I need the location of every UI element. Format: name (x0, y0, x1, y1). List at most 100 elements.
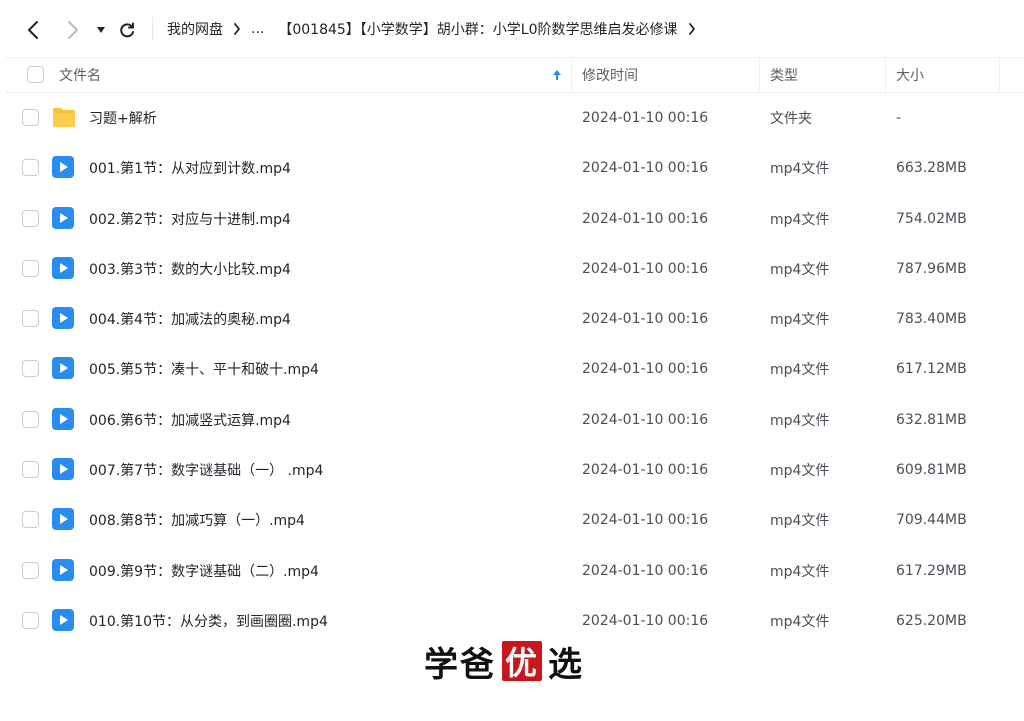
chevron-left-icon (28, 21, 38, 39)
file-row[interactable]: 007.第7节：数字谜基础（一） .mp4 2024-01-10 00:16 mp4… (5, 445, 1024, 495)
file-modified: 2024-01-10 00:16 (582, 462, 709, 479)
header-name[interactable]: 文件名 (59, 58, 101, 92)
file-name: 002.第2节：对应与十进制.mp4 (89, 211, 291, 228)
row-checkbox[interactable] (22, 310, 39, 328)
row-checkbox[interactable] (22, 410, 39, 428)
breadcrumb-root[interactable]: 我的网盘 (167, 19, 223, 39)
file-row[interactable]: 008.第8节：加减巧算（一）.mp4 2024-01-10 00:16 mp4文件… (5, 495, 1024, 545)
column-divider[interactable] (885, 58, 886, 92)
column-divider[interactable] (571, 58, 572, 92)
refresh-icon (120, 22, 134, 38)
file-size: 709.44MB (896, 512, 967, 529)
file-name: 003.第3节：数的大小比较.mp4 (89, 261, 291, 278)
file-list: 习题+解析 2024-01-10 00:16 文件夹 - 001.第1节：从对应到计数.… (5, 93, 1024, 646)
video-file-icon (52, 407, 74, 430)
sort-ascending-icon[interactable] (552, 58, 562, 92)
file-modified: 2024-01-10 00:16 (582, 411, 709, 428)
file-row[interactable]: 009.第9节：数字谜基础（二）.mp4 2024-01-10 00:16 mp4文… (5, 546, 1024, 596)
file-type: mp4文件 (770, 312, 830, 329)
file-size: 787.96MB (896, 260, 967, 277)
file-row[interactable]: 002.第2节：对应与十进制.mp4 2024-01-10 00:16 mp4文件 7… (5, 194, 1024, 244)
row-checkbox[interactable] (22, 360, 39, 378)
video-file-icon (52, 508, 74, 531)
video-file-icon (52, 608, 74, 631)
breadcrumb-separator-icon (233, 23, 241, 35)
file-name: 005.第5节：凑十、平十和破十.mp4 (89, 362, 319, 379)
file-row[interactable]: 习题+解析 2024-01-10 00:16 文件夹 - (5, 93, 1024, 143)
refresh-button[interactable] (114, 17, 140, 43)
file-size: 617.12MB (896, 361, 967, 378)
file-type: mp4文件 (770, 513, 830, 530)
column-divider[interactable] (759, 58, 760, 92)
breadcrumb-current[interactable]: 【001845】【小学数学】胡小群：小学L0阶数学思维启发必修课 (278, 19, 677, 39)
row-checkbox[interactable] (22, 511, 39, 529)
file-modified: 2024-01-10 00:16 (582, 110, 709, 126)
row-checkbox[interactable] (22, 159, 39, 177)
file-name: 001.第1节：从对应到计数.mp4 (89, 161, 291, 178)
file-row[interactable]: 001.第1节：从对应到计数.mp4 2024-01-10 00:16 mp4文件 6… (5, 143, 1024, 193)
file-name: 010.第10节：从分类，到画圈圈.mp4 (89, 613, 328, 630)
header-size[interactable]: 大小 (896, 58, 924, 92)
file-name: 008.第8节：加减巧算（一）.mp4 (89, 513, 305, 530)
toolbar-divider (152, 17, 153, 41)
file-modified: 2024-01-10 00:16 (582, 311, 709, 328)
video-file-icon (52, 458, 74, 481)
row-checkbox[interactable] (22, 461, 39, 479)
video-file-icon (52, 206, 74, 229)
breadcrumb: 我的网盘 ... 【001845】【小学数学】胡小群：小学L0阶数学思维启发必修… (167, 18, 706, 40)
select-all-checkbox[interactable] (27, 66, 44, 83)
file-list-header: 文件名 修改时间 类型 大小 (5, 57, 1024, 93)
video-file-icon (52, 558, 74, 581)
watermark-text-1: 学爸 (424, 644, 496, 685)
file-type: mp4文件 (770, 613, 830, 630)
file-type: mp4文件 (770, 563, 830, 580)
video-file-icon (52, 256, 74, 279)
row-checkbox[interactable] (22, 561, 39, 579)
file-type: mp4文件 (770, 261, 830, 278)
file-modified: 2024-01-10 00:16 (582, 260, 709, 277)
row-checkbox[interactable] (22, 611, 39, 629)
file-type: mp4文件 (770, 412, 830, 429)
file-size: 609.81MB (896, 462, 967, 479)
file-row[interactable]: 003.第3节：数的大小比较.mp4 2024-01-10 00:16 mp4文件 7… (5, 244, 1024, 294)
file-size: 625.20MB (896, 612, 967, 629)
toolbar: 我的网盘 ... 【001845】【小学数学】胡小群：小学L0阶数学思维启发必修… (0, 0, 1024, 58)
column-divider[interactable] (999, 58, 1000, 92)
header-type[interactable]: 类型 (770, 58, 798, 92)
row-checkbox[interactable] (22, 209, 39, 227)
file-size: 632.81MB (896, 411, 967, 428)
file-name: 007.第7节：数字谜基础（一） .mp4 (89, 463, 324, 480)
file-row[interactable]: 005.第5节：凑十、平十和破十.mp4 2024-01-10 00:16 mp4文… (5, 344, 1024, 394)
file-modified: 2024-01-10 00:16 (582, 361, 709, 378)
file-row[interactable]: 006.第6节：加减竖式运算.mp4 2024-01-10 00:16 mp4文件 6… (5, 395, 1024, 445)
history-dropdown-button[interactable] (88, 17, 114, 43)
file-name: 009.第9节：数字谜基础（二）.mp4 (89, 563, 319, 580)
caret-down-icon (97, 27, 105, 33)
video-file-icon (52, 357, 74, 380)
file-modified: 2024-01-10 00:16 (582, 562, 709, 579)
file-modified: 2024-01-10 00:16 (582, 210, 709, 227)
file-size: 663.28MB (896, 160, 967, 177)
breadcrumb-ellipsis[interactable]: ... (251, 21, 264, 37)
back-button[interactable] (20, 17, 46, 43)
file-type: mp4文件 (770, 362, 830, 379)
header-modified[interactable]: 修改时间 (582, 58, 638, 92)
file-modified: 2024-01-10 00:16 (582, 612, 709, 629)
file-type: mp4文件 (770, 463, 830, 480)
file-type: mp4文件 (770, 161, 830, 178)
video-file-icon (52, 307, 74, 330)
watermark-logo: 学爸 优 选 (424, 638, 584, 685)
arrow-up-icon (553, 70, 561, 80)
file-size: 783.40MB (896, 311, 967, 328)
file-type: mp4文件 (770, 211, 830, 228)
video-file-icon (52, 156, 74, 179)
file-modified: 2024-01-10 00:16 (582, 512, 709, 529)
watermark-text-2: 选 (548, 644, 584, 685)
chevron-right-icon (68, 21, 78, 39)
forward-button[interactable] (60, 17, 86, 43)
row-checkbox[interactable] (22, 109, 39, 126)
file-name: 004.第4节：加减法的奥秘.mp4 (89, 312, 291, 329)
file-row[interactable]: 004.第4节：加减法的奥秘.mp4 2024-01-10 00:16 mp4文件 7… (5, 294, 1024, 344)
watermark-box: 优 (502, 641, 542, 682)
row-checkbox[interactable] (22, 259, 39, 277)
